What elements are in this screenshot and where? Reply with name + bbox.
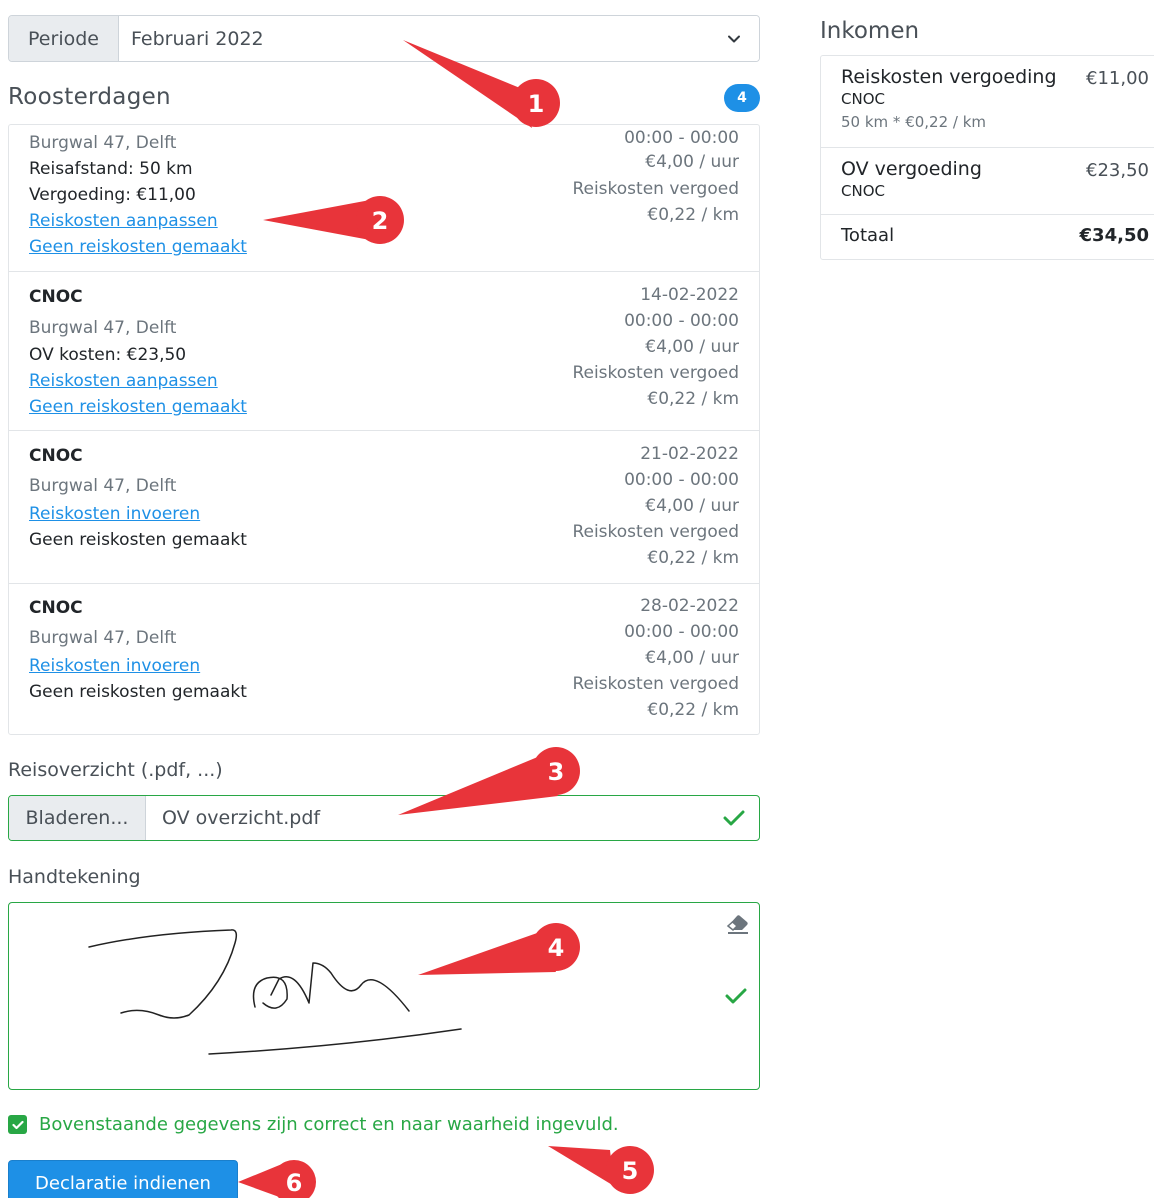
callout-3-number: 3 [548,758,565,786]
signature-pad[interactable] [8,902,760,1090]
item-address: Burgwal 47, Delft [29,318,177,338]
income-row: Reiskosten vergoeding CNOC 50 km * €0,22… [821,56,1154,148]
item-date: 28-02-2022 [640,596,739,616]
rooster-list: Burgwal 47, Delft Reisafstand: 50 km Ver… [8,124,760,735]
list-item: CNOC Burgwal 47, Delft Reiskosten invoer… [9,584,759,734]
item-status: Reiskosten vergoed [572,522,739,542]
check-icon [723,810,745,826]
item-no-travel-cost: Geen reiskosten gemaakt [29,530,247,550]
item-time: 00:00 - 00:00 [624,311,739,331]
travel-overview-upload[interactable]: Bladeren... OV overzicht.pdf [8,795,760,841]
chevron-down-icon [728,35,740,42]
item-hourly-rate: €4,00 / uur [645,496,739,516]
item-status: Reiskosten vergoed [572,363,739,383]
agreement-text: Bovenstaande gegevens zijn correct en na… [39,1114,619,1135]
submit-declaration-button[interactable]: Declaratie indienen [8,1160,238,1198]
list-item: Burgwal 47, Delft Reisafstand: 50 km Ver… [9,125,759,272]
browse-button[interactable]: Bladeren... [9,796,146,840]
income-row: OV vergoeding CNOC €23,50 [821,148,1154,215]
income-row-company: CNOC [841,90,885,108]
period-select[interactable]: Periode Februari 2022 [8,15,760,62]
item-time: 00:00 - 00:00 [624,622,739,642]
no-travel-cost-link[interactable]: Geen reiskosten gemaakt [29,234,247,260]
item-km-rate: €0,22 / km [647,389,739,409]
income-row-detail: 50 km * €0,22 / km [841,113,987,131]
list-item: CNOC Burgwal 47, Delft Reiskosten invoer… [9,431,759,584]
enter-travel-cost-link[interactable]: Reiskosten invoeren [29,501,200,527]
income-card: Reiskosten vergoeding CNOC 50 km * €0,22… [820,55,1154,260]
item-address: Burgwal 47, Delft [29,628,177,648]
item-address: Burgwal 47, Delft [29,476,177,496]
income-row-amount: €23,50 [1086,160,1149,181]
item-km-rate: €0,22 / km [647,205,739,225]
item-km-rate: €0,22 / km [647,548,739,568]
item-hourly-rate: €4,00 / uur [645,648,739,668]
callout-5-number: 5 [622,1157,639,1185]
item-company: CNOC [29,446,83,466]
item-status: Reiskosten vergoed [572,674,739,694]
rooster-count-badge: 4 [724,84,760,112]
item-time: 00:00 - 00:00 [624,128,739,148]
period-label: Periode [9,16,119,61]
item-date: 14-02-2022 [640,285,739,305]
income-title: Inkomen [820,18,920,44]
agreement-checkbox-row[interactable]: Bovenstaande gegevens zijn correct en na… [8,1114,619,1135]
list-item: CNOC Burgwal 47, Delft OV kosten: €23,50… [9,272,759,431]
upload-label: Reisoverzicht (.pdf, ...) [8,759,223,781]
period-dropdown[interactable]: Februari 2022 [119,16,759,61]
item-hourly-rate: €4,00 / uur [645,152,739,172]
income-total-row: Totaal €34,50 [821,215,1154,259]
callout-6: 6 [238,1160,316,1198]
upload-filename-field[interactable]: OV overzicht.pdf [146,796,759,840]
callout-1-number: 1 [528,90,545,118]
rooster-title: Roosterdagen [8,84,171,110]
item-company: CNOC [29,598,83,618]
item-time: 00:00 - 00:00 [624,470,739,490]
edit-travel-cost-link[interactable]: Reiskosten aanpassen [29,208,218,234]
period-value: Februari 2022 [131,27,264,50]
item-hourly-rate: €4,00 / uur [645,337,739,357]
item-no-travel-cost: Geen reiskosten gemaakt [29,682,247,702]
item-compensation: Vergoeding: €11,00 [29,185,196,205]
item-date: 21-02-2022 [640,444,739,464]
signature-label: Handtekening [8,866,141,888]
upload-filename: OV overzicht.pdf [162,807,321,829]
income-row-company: CNOC [841,182,885,200]
signature-drawing [88,929,462,1055]
edit-travel-cost-link[interactable]: Reiskosten aanpassen [29,368,218,394]
item-km-rate: €0,22 / km [647,700,739,720]
callout-6-number: 6 [286,1169,303,1197]
no-travel-cost-link[interactable]: Geen reiskosten gemaakt [29,394,247,420]
item-status: Reiskosten vergoed [572,179,739,199]
income-total-amount: €34,50 [1079,225,1149,246]
callout-5: 5 [548,1146,654,1194]
enter-travel-cost-link[interactable]: Reiskosten invoeren [29,653,200,679]
item-ov-cost: OV kosten: €23,50 [29,345,187,365]
item-address: Burgwal 47, Delft [29,133,177,153]
item-company: CNOC [29,287,83,307]
checkbox-checked-icon[interactable] [8,1115,27,1134]
item-distance: Reisafstand: 50 km [29,159,193,179]
income-row-amount: €11,00 [1086,68,1149,89]
page: Periode Februari 2022 Roosterdagen 4 Bur… [0,0,1154,1198]
